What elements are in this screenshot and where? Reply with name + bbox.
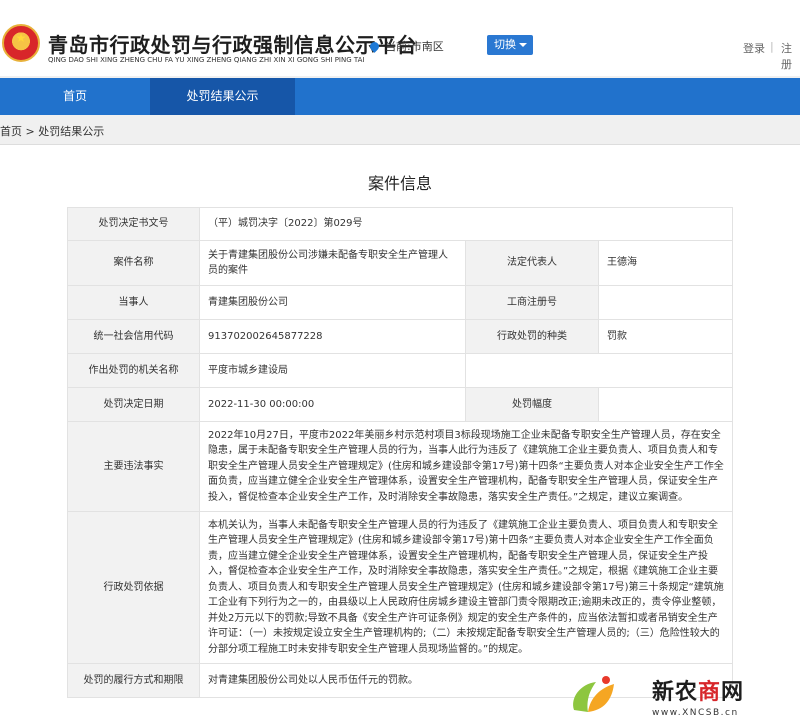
decision-date-label: 处罚决定日期 bbox=[67, 387, 200, 422]
national-emblem-icon: ★ bbox=[2, 24, 40, 62]
page-title: 案件信息 bbox=[367, 174, 432, 193]
table-row: 主要违法事实 2022年10月27日，平度市2022年美丽乡村示范村项目3标段现… bbox=[67, 421, 734, 512]
watermark: 新农商网 www.XNCSB.cn bbox=[566, 668, 800, 725]
auth-separator: | bbox=[770, 40, 774, 53]
switch-region-button[interactable]: 切换 bbox=[487, 35, 533, 55]
site-title-pinyin: QING DAO SHI XING ZHENG CHU FA YU XING Z… bbox=[48, 56, 365, 64]
penalty-range-label: 处罚幅度 bbox=[465, 387, 599, 422]
biz-reg-value bbox=[597, 285, 734, 320]
credit-code-label: 统一社会信用代码 bbox=[67, 319, 200, 354]
table-row: 案件名称 关于青建集团股份公司涉嫌未配备专职安全生产管理人员的案件 法定代表人 … bbox=[67, 240, 734, 286]
credit-code-value: 913702002645877228 bbox=[199, 319, 466, 354]
nav-item-home[interactable]: 首页 bbox=[0, 78, 150, 115]
decision-no-label: 处罚决定书文号 bbox=[67, 207, 200, 241]
basis-value: 本机关认为，当事人未配备专职安全生产管理人员的行为违反了《建筑施工企业主要负责人… bbox=[198, 511, 734, 664]
breadcrumb-current: 处罚结果公示 bbox=[38, 125, 105, 138]
penalty-type-label: 行政处罚的种类 bbox=[465, 319, 599, 354]
authority-value: 平度市城乡建设局 bbox=[199, 353, 466, 388]
decision-date-value: 2022-11-30 00:00:00 bbox=[199, 387, 466, 422]
case-name-value: 关于青建集团股份公司涉嫌未配备专职安全生产管理人员的案件 bbox=[199, 240, 466, 286]
location-pin-icon bbox=[368, 40, 381, 53]
watermark-name-left: 新农 bbox=[652, 679, 699, 705]
authority-label: 作出处罚的机关名称 bbox=[67, 353, 200, 388]
performance-label: 处罚的履行方式和期限 bbox=[67, 663, 200, 698]
case-panel: 案件信息 处罚决定书文号 （平）城罚决字〔2022〕第029号 案件名称 关于青… bbox=[0, 145, 800, 725]
biz-reg-label: 工商注册号 bbox=[465, 285, 599, 320]
site-header: ★ 青岛市行政处罚与行政强制信息公示平台 QING DAO SHI XING Z… bbox=[0, 0, 800, 76]
legal-rep-label: 法定代表人 bbox=[465, 240, 599, 286]
watermark-url: www.XNCSB.cn bbox=[652, 708, 739, 718]
breadcrumb: 首页 > 处罚结果公示 bbox=[0, 122, 800, 142]
table-row: 统一社会信用代码 913702002645877228 行政处罚的种类 罚款 bbox=[67, 319, 734, 354]
facts-label: 主要违法事实 bbox=[67, 421, 200, 512]
site-title: 青岛市行政处罚与行政强制信息公示平台 bbox=[48, 33, 417, 57]
table-row: 处罚决定日期 2022-11-30 00:00:00 处罚幅度 bbox=[67, 387, 734, 422]
nav-item-penalty-results[interactable]: 处罚结果公示 bbox=[150, 78, 295, 115]
case-name-label: 案件名称 bbox=[67, 240, 200, 286]
table-row: 处罚决定书文号 （平）城罚决字〔2022〕第029号 bbox=[67, 207, 734, 241]
watermark-name-right: 网 bbox=[721, 679, 745, 705]
table-row: 作出处罚的机关名称 平度市城乡建设局 bbox=[67, 353, 734, 388]
switch-region-label: 切换 bbox=[494, 38, 516, 51]
table-row: 当事人 青建集团股份公司 工商注册号 bbox=[67, 285, 734, 320]
empty-cell bbox=[464, 353, 734, 388]
case-info-table: 处罚决定书文号 （平）城罚决字〔2022〕第029号 案件名称 关于青建集团股份… bbox=[67, 207, 734, 698]
facts-value: 2022年10月27日，平度市2022年美丽乡村示范村项目3标段现场施工企业未配… bbox=[198, 421, 734, 512]
watermark-name: 新农商网 bbox=[652, 674, 744, 706]
table-row: 行政处罚依据 本机关认为，当事人未配备专职安全生产管理人员的行为违反了《建筑施工… bbox=[67, 511, 734, 664]
caret-down-icon bbox=[519, 43, 527, 47]
party-value: 青建集团股份公司 bbox=[199, 285, 466, 320]
legal-rep-value: 王德海 bbox=[597, 240, 734, 286]
breadcrumb-home[interactable]: 首页 bbox=[0, 125, 22, 138]
decision-no-value: （平）城罚决字〔2022〕第029号 bbox=[198, 207, 734, 241]
penalty-type-value: 罚款 bbox=[597, 319, 734, 354]
xncsb-logo-icon bbox=[573, 676, 614, 712]
login-link[interactable]: 登录 bbox=[743, 40, 765, 56]
party-label: 当事人 bbox=[67, 285, 200, 320]
penalty-range-value bbox=[597, 387, 734, 422]
current-location: 当前:市南区 bbox=[368, 38, 444, 54]
register-link[interactable]: 注册 bbox=[781, 40, 800, 72]
breadcrumb-separator: > bbox=[22, 125, 39, 138]
watermark-name-accent: 商 bbox=[698, 679, 722, 705]
basis-label: 行政处罚依据 bbox=[67, 511, 200, 664]
main-nav: 首页 处罚结果公示 bbox=[0, 78, 800, 115]
current-location-text: 当前:市南区 bbox=[385, 40, 444, 53]
